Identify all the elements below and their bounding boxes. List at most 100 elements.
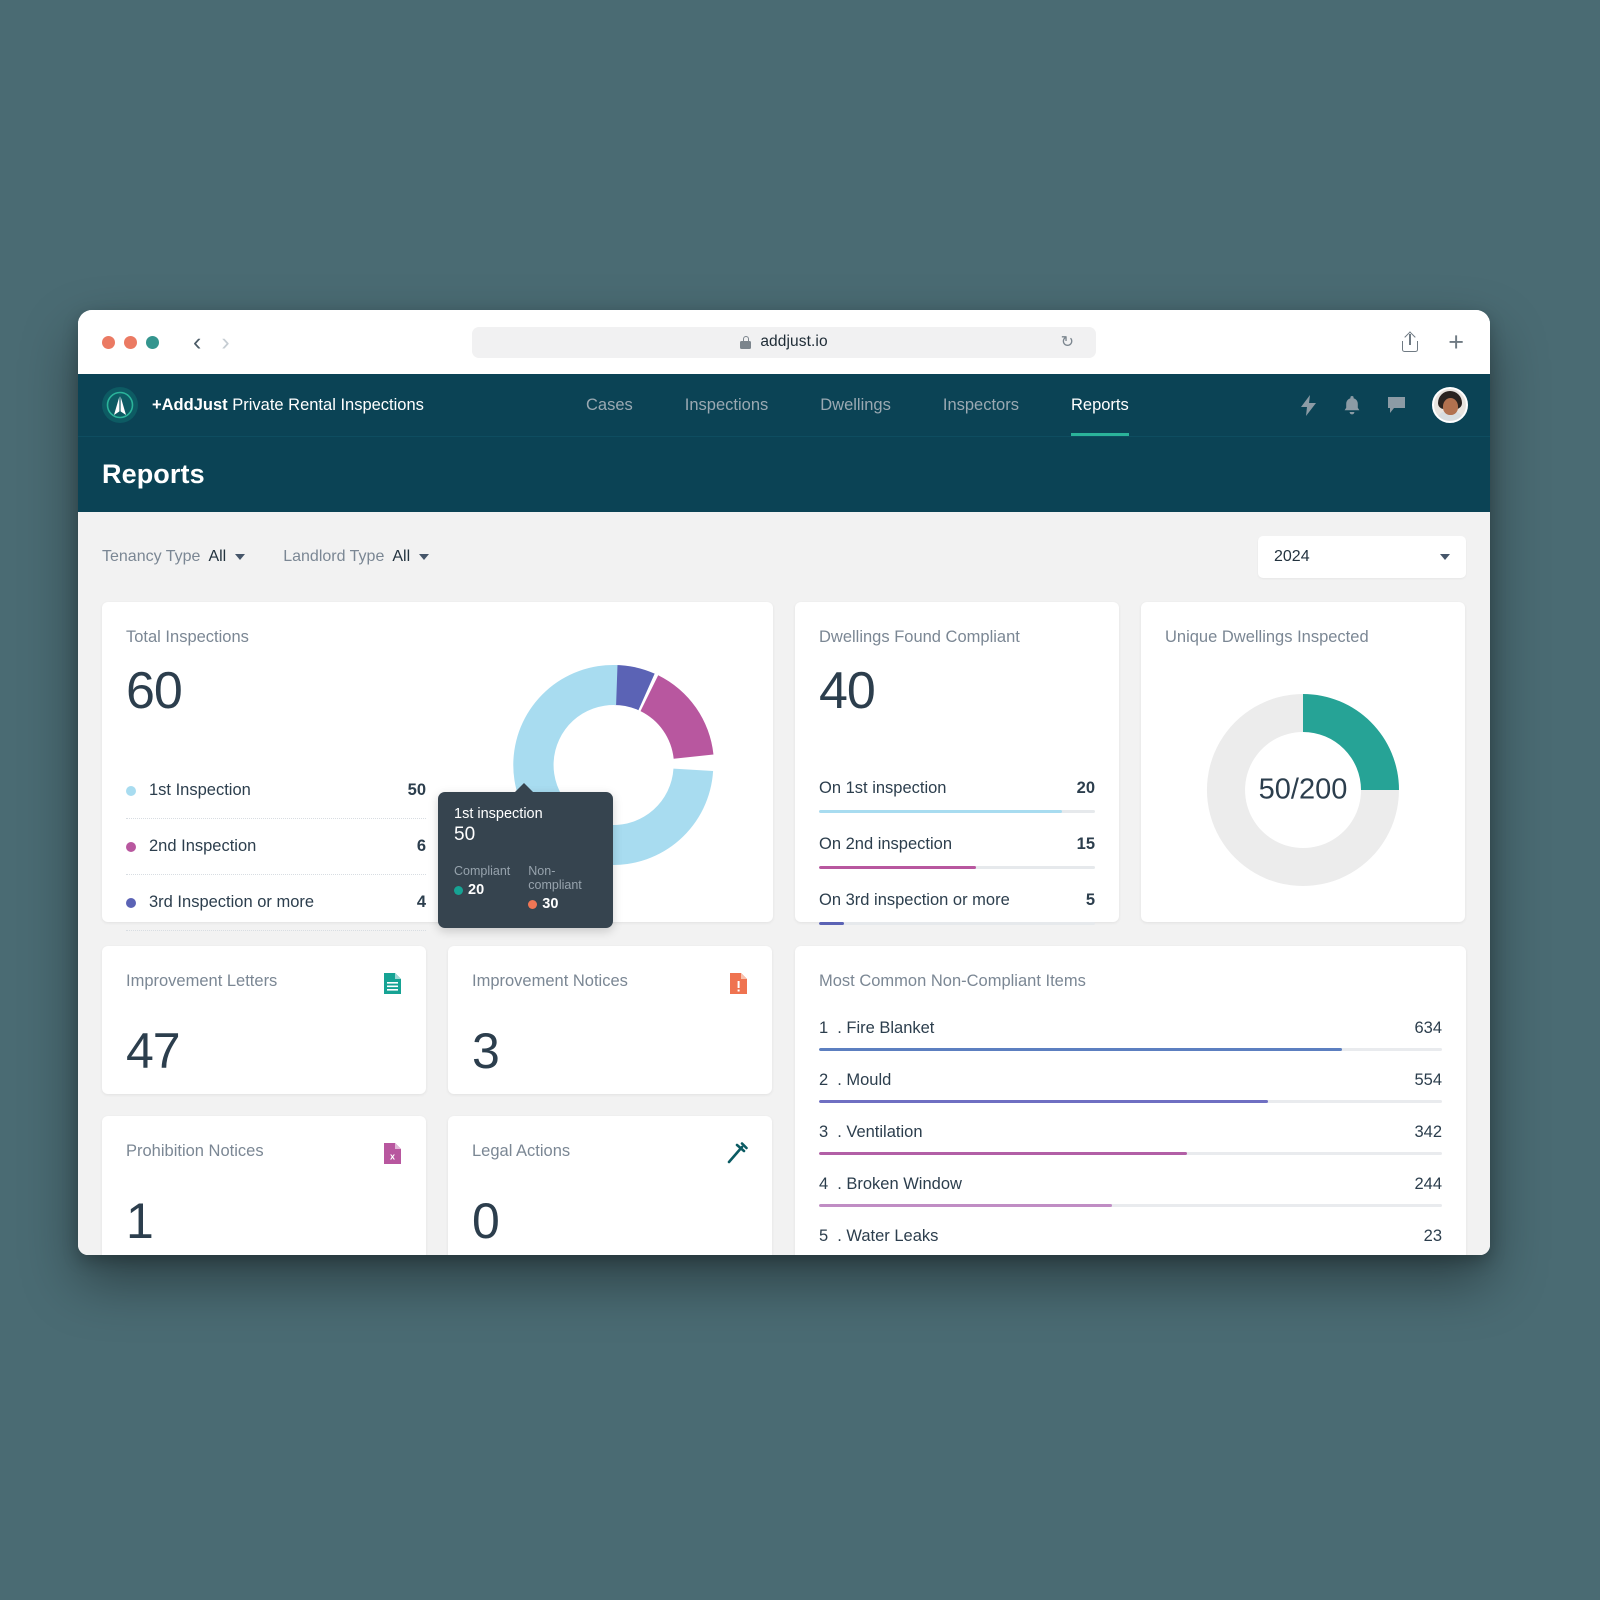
share-icon[interactable] bbox=[1402, 330, 1419, 352]
tooltip-compliant-dot-icon bbox=[454, 885, 463, 895]
card-unique-dwellings: Unique Dwellings Inspected 50/200 bbox=[1141, 602, 1465, 922]
non-compliant-item-value: 554 bbox=[1414, 1071, 1442, 1089]
mini-cards-row: Prohibition Notices x 1 Legal Actions 0 bbox=[102, 1116, 773, 1255]
tooltip-noncompliant-value-wrap: 30 bbox=[528, 896, 597, 912]
compliant-row-fill bbox=[819, 810, 1062, 813]
tooltip-noncompliant-value: 30 bbox=[542, 896, 559, 912]
non-compliant-item-head: 5 . Water Leaks 23 bbox=[819, 1227, 1442, 1246]
unique-dwellings-gauge-chart[interactable]: 50/200 bbox=[1187, 674, 1419, 906]
maximize-window-button[interactable] bbox=[146, 335, 159, 349]
compliant-row-track bbox=[819, 922, 1095, 925]
avatar[interactable] bbox=[1432, 387, 1468, 423]
tooltip-compliant-value-wrap: 20 bbox=[454, 882, 510, 898]
card-title: Legal Actions bbox=[472, 1142, 571, 1160]
total-inspections-legend: 1st Inspection 50 2nd Inspection 6 3rd I… bbox=[126, 763, 426, 931]
nav-link-dwellings[interactable]: Dwellings bbox=[794, 374, 917, 436]
dwellings-compliant-value: 40 bbox=[819, 662, 876, 720]
lock-icon bbox=[740, 335, 752, 349]
document-x-icon: x bbox=[383, 1142, 402, 1170]
non-compliant-item-value: 244 bbox=[1414, 1175, 1442, 1193]
minimize-window-button[interactable] bbox=[124, 335, 137, 349]
document-lines-icon bbox=[383, 972, 402, 1000]
tooltip-compliant-label: Compliant bbox=[454, 864, 511, 878]
card-title: Total Inspections bbox=[126, 628, 249, 646]
non-compliant-item-value: 23 bbox=[1423, 1227, 1442, 1245]
non-compliant-item-value: 342 bbox=[1414, 1123, 1442, 1141]
non-compliant-item[interactable]: 5 . Water Leaks 23 bbox=[819, 1207, 1442, 1255]
brand[interactable]: +AddJust Private Rental Inspections bbox=[102, 387, 424, 423]
compliant-row-head: On 2nd inspection 15 bbox=[819, 835, 1095, 854]
chevron-left-icon[interactable]: ‹ bbox=[193, 329, 201, 355]
compliant-row-fill bbox=[819, 866, 977, 869]
filter-landlord-type[interactable]: Landlord Type All bbox=[283, 548, 430, 566]
compliant-row[interactable]: On 1st inspection 20 bbox=[819, 757, 1095, 813]
non-compliant-item-rank: 2 bbox=[819, 1071, 829, 1089]
compliant-row-value: 5 bbox=[1085, 891, 1095, 909]
plus-icon[interactable]: + bbox=[1448, 328, 1464, 356]
non-compliant-item-label: . Mould bbox=[837, 1071, 892, 1089]
non-compliant-item-track bbox=[819, 1152, 1442, 1155]
bell-icon[interactable] bbox=[1343, 395, 1361, 415]
non-compliant-item[interactable]: 3 . Ventilation 342 bbox=[819, 1103, 1442, 1155]
mini-card-head: Improvement Notices bbox=[472, 972, 748, 1000]
chat-icon[interactable] bbox=[1387, 396, 1406, 414]
legend-item[interactable]: 1st Inspection 50 bbox=[126, 763, 426, 819]
non-compliant-item-label: . Broken Window bbox=[837, 1175, 962, 1193]
app-navbar: +AddJust Private Rental Inspections Case… bbox=[78, 374, 1490, 436]
lightning-icon[interactable] bbox=[1300, 394, 1317, 416]
compliant-row-head: On 1st inspection 20 bbox=[819, 779, 1095, 798]
card-title: Unique Dwellings Inspected bbox=[1165, 628, 1369, 646]
year-select[interactable]: 2024 bbox=[1258, 536, 1466, 578]
card-title: Improvement Notices bbox=[472, 972, 628, 990]
improvement-letters-value: 47 bbox=[126, 1023, 181, 1079]
svg-text:x: x bbox=[390, 1152, 395, 1162]
nav-link-cases[interactable]: Cases bbox=[560, 374, 659, 436]
non-compliant-item-rank: 5 bbox=[819, 1227, 829, 1245]
total-inspections-value: 60 bbox=[126, 662, 183, 720]
card-title: Most Common Non-Compliant Items bbox=[819, 972, 1086, 990]
url-bar[interactable]: addjust.io ↻ bbox=[472, 326, 1096, 358]
gavel-icon bbox=[725, 1142, 748, 1170]
non-compliant-item-name: 5 . Water Leaks bbox=[819, 1227, 938, 1246]
legend-item[interactable]: 2nd Inspection 6 bbox=[126, 819, 426, 875]
cards-row-top: Total Inspections 60 1st Inspection 50 2… bbox=[102, 602, 1466, 931]
card-improvement-notices: Improvement Notices 3 bbox=[448, 946, 772, 1094]
card-legal-actions: Legal Actions 0 bbox=[448, 1116, 772, 1255]
non-compliant-item-rank: 4 bbox=[819, 1175, 829, 1193]
reload-icon[interactable]: ↻ bbox=[1061, 332, 1074, 352]
compliant-row-label: On 2nd inspection bbox=[819, 835, 953, 853]
addjust-logo-icon bbox=[102, 387, 138, 423]
legend-value: 50 bbox=[407, 781, 426, 799]
browser-window: ‹ › addjust.io ↻ + +AddJust Private Rent… bbox=[78, 310, 1490, 1255]
browser-nav-arrows: ‹ › bbox=[193, 329, 230, 355]
non-compliant-item-fill bbox=[819, 1100, 1268, 1103]
filters-left: Tenancy Type All Landlord Type All bbox=[102, 548, 430, 566]
non-compliant-item[interactable]: 1 . Fire Blanket 634 bbox=[819, 991, 1442, 1051]
compliant-row[interactable]: On 2nd inspection 15 bbox=[819, 813, 1095, 869]
legend-label: 2nd Inspection bbox=[149, 837, 257, 855]
compliant-row[interactable]: On 3rd inspection or more 5 bbox=[819, 869, 1095, 925]
page-content: Tenancy Type All Landlord Type All 2024 bbox=[78, 512, 1490, 1255]
card-improvement-letters: Improvement Letters 47 bbox=[102, 946, 426, 1094]
chevron-right-icon[interactable]: › bbox=[221, 329, 229, 355]
page-title: Reports bbox=[102, 459, 205, 489]
card-title: Improvement Letters bbox=[126, 972, 278, 990]
nav-link-inspectors[interactable]: Inspectors bbox=[917, 374, 1045, 436]
non-compliant-item-rank: 1 bbox=[819, 1019, 829, 1037]
tooltip-noncompliant: Non-compliant 30 bbox=[528, 864, 597, 912]
nav-links: Cases Inspections Dwellings Inspectors R… bbox=[560, 374, 1155, 436]
non-compliant-item-track bbox=[819, 1204, 1442, 1207]
non-compliant-item[interactable]: 4 . Broken Window 244 bbox=[819, 1155, 1442, 1207]
nav-link-reports[interactable]: Reports bbox=[1045, 374, 1155, 436]
nav-link-inspections[interactable]: Inspections bbox=[659, 374, 794, 436]
non-compliant-item-rank: 3 bbox=[819, 1123, 829, 1141]
non-compliant-item-fill bbox=[819, 1152, 1187, 1155]
legend-item[interactable]: 3rd Inspection or more 4 bbox=[126, 875, 426, 931]
non-compliant-item[interactable]: 2 . Mould 554 bbox=[819, 1051, 1442, 1103]
legend-label: 3rd Inspection or more bbox=[149, 893, 315, 911]
improvement-notices-value: 3 bbox=[472, 1023, 500, 1079]
card-title: Prohibition Notices bbox=[126, 1142, 264, 1160]
cards-row-bottom: Improvement Letters 47 Improvement Notic… bbox=[102, 946, 1466, 1255]
close-window-button[interactable] bbox=[102, 335, 115, 349]
filter-tenancy-type[interactable]: Tenancy Type All bbox=[102, 548, 246, 566]
